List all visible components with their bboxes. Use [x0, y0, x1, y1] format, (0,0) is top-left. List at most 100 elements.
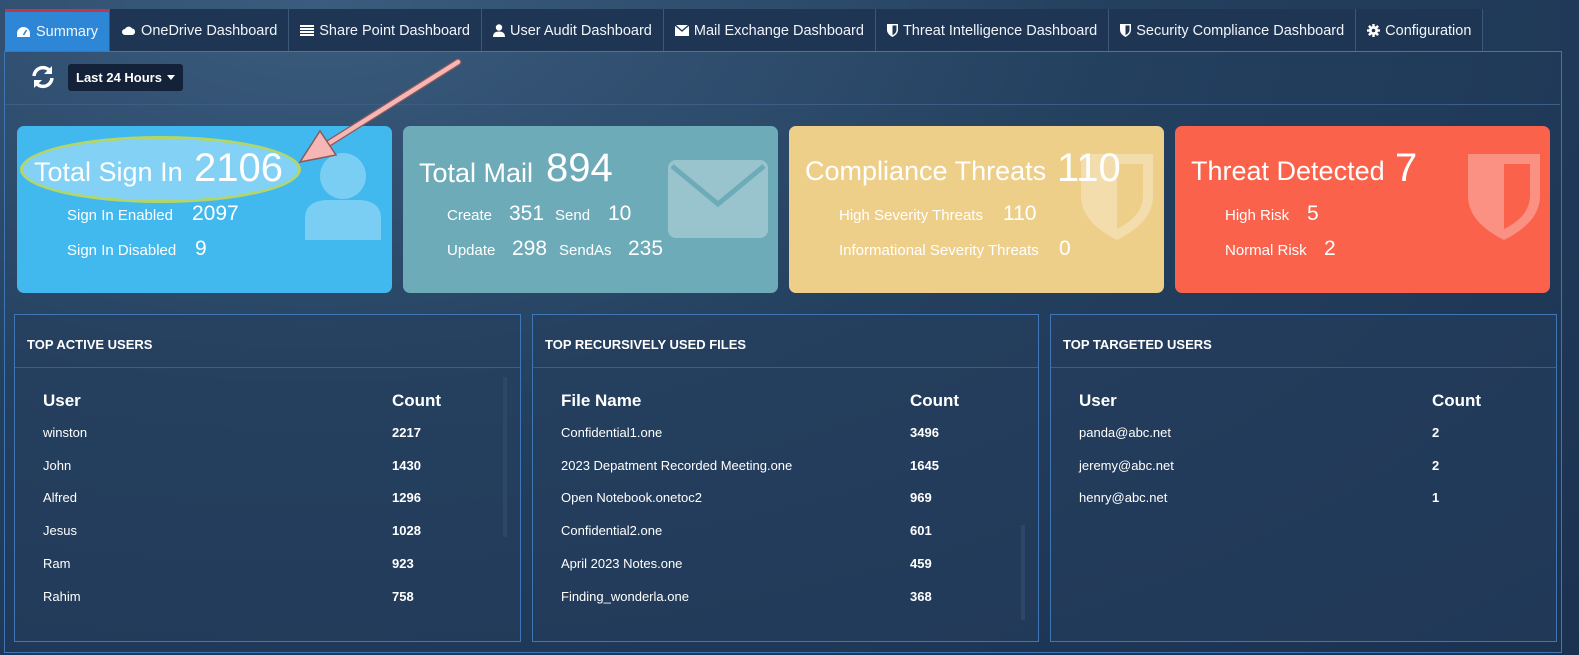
- signin-enabled-label: Sign In Enabled: [67, 207, 173, 224]
- threat-normal-label: Normal Risk: [1225, 242, 1307, 259]
- scrollbar[interactable]: [1021, 525, 1025, 620]
- cloud-icon: [122, 26, 136, 35]
- threat-total-label: Threat Detected: [1191, 156, 1385, 186]
- threat-high-value: 5: [1307, 202, 1319, 225]
- user-cell: Jesus: [43, 523, 77, 538]
- file-name-cell: Open Notebook.onetoc2: [561, 490, 702, 505]
- compliance-high-value: 110: [1003, 202, 1037, 225]
- top-files-panel: TOP RECURSIVELY USED FILES File Name Cou…: [532, 314, 1039, 642]
- mail-total-value: 894: [546, 146, 613, 190]
- signin-total-label: Total Sign In: [34, 157, 183, 187]
- panel-title: TOP ACTIVE USERS: [27, 337, 153, 352]
- count-cell: 923: [392, 556, 414, 571]
- tab-user-audit[interactable]: User Audit Dashboard: [482, 9, 664, 52]
- mail-send-value: 10: [608, 202, 632, 225]
- shield-icon: [1120, 24, 1132, 37]
- user-cell: Ram: [43, 556, 71, 571]
- scrollbar[interactable]: [503, 377, 507, 537]
- compliance-info-label: Informational Severity Threats: [839, 242, 1039, 259]
- signin-enabled-value: 2097: [192, 202, 239, 225]
- refresh-icon: [32, 65, 54, 89]
- count-cell: 368: [910, 589, 932, 604]
- tab-label: User Audit Dashboard: [510, 22, 652, 39]
- threat-normal-value: 2: [1324, 237, 1336, 260]
- user-cell: jeremy@abc.net: [1079, 458, 1174, 473]
- threat-high-label: High Risk: [1225, 207, 1290, 224]
- panel-title: TOP RECURSIVELY USED FILES: [545, 337, 747, 352]
- column-header-user: User: [43, 391, 81, 410]
- tab-security-compliance[interactable]: Security Compliance Dashboard: [1109, 9, 1357, 52]
- tab-label: Summary: [36, 24, 99, 40]
- panel-divider: [1051, 367, 1556, 368]
- dashboard-icon: [17, 26, 30, 37]
- caret-down-icon: [166, 75, 175, 80]
- compliance-total-value: 110: [1057, 146, 1121, 190]
- count-cell: 1: [1432, 490, 1440, 505]
- mail-update-value: 298: [512, 237, 548, 260]
- file-name-cell: 2023 Depatment Recorded Meeting.one: [561, 458, 793, 473]
- threat-card: Threat Detected 7 High Risk 5 Normal Ris…: [1175, 126, 1550, 293]
- toolbar-divider: [5, 104, 1560, 105]
- tab-configuration[interactable]: Configuration: [1356, 9, 1484, 52]
- count-cell: 1296: [392, 490, 421, 505]
- tab-label: Share Point Dashboard: [319, 22, 471, 39]
- envelope-icon: [674, 25, 689, 36]
- column-header-user: User: [1079, 391, 1117, 410]
- count-cell: 459: [910, 556, 932, 571]
- tab-mail-exchange[interactable]: Mail Exchange Dashboard: [663, 9, 876, 52]
- tab-label: Threat Intelligence Dashboard: [902, 22, 1098, 39]
- compliance-total-label: Compliance Threats: [805, 156, 1047, 186]
- dashboard-frame: Summary OneDrive Dashboard Share Point D…: [0, 0, 1579, 655]
- top-active-users-panel: TOP ACTIVE USERS User Count winston 2217 …: [14, 314, 521, 642]
- user-cell: Rahim: [43, 589, 81, 604]
- tab-onedrive[interactable]: OneDrive Dashboard: [110, 9, 290, 52]
- compliance-info-value: 0: [1059, 237, 1071, 260]
- user-icon: [493, 24, 506, 37]
- file-name-cell: April 2023 Notes.one: [561, 556, 683, 571]
- count-cell: 2: [1432, 425, 1440, 440]
- mail-update-label: Update: [447, 242, 496, 259]
- panel-divider: [533, 367, 1038, 368]
- mail-sendas-label: SendAs: [559, 242, 612, 259]
- user-cell: panda@abc.net: [1079, 425, 1171, 440]
- signin-disabled-value: 9: [195, 237, 207, 260]
- arrow-annotation: [298, 58, 462, 164]
- count-cell: 969: [910, 490, 932, 505]
- user-cell: winston: [43, 425, 88, 440]
- tab-sharepoint[interactable]: Share Point Dashboard: [289, 9, 483, 52]
- top-targeted-users-panel: TOP TARGETED USERS User Count panda@abc.…: [1050, 314, 1557, 642]
- threat-total-value: 7: [1395, 146, 1418, 190]
- mail-create-value: 351: [509, 202, 545, 225]
- top-nav: Summary OneDrive Dashboard Share Point D…: [5, 9, 1484, 52]
- list-icon: [300, 25, 315, 36]
- column-header-count: Count: [1432, 391, 1482, 410]
- count-cell: 3496: [910, 425, 939, 440]
- tab-summary[interactable]: Summary: [5, 9, 111, 52]
- envelope-icon: [668, 160, 768, 238]
- shield-icon: [1468, 154, 1540, 240]
- count-cell: 2217: [392, 425, 421, 440]
- mail-send-label: Send: [555, 207, 591, 224]
- count-cell: 758: [392, 589, 414, 604]
- refresh-button[interactable]: [30, 64, 56, 90]
- user-cell: henry@abc.net: [1079, 490, 1168, 505]
- file-name-cell: Confidential1.one: [561, 425, 663, 440]
- panel-title: TOP TARGETED USERS: [1063, 337, 1212, 352]
- time-range-dropdown[interactable]: Last 24 Hours: [68, 64, 183, 91]
- tab-label: OneDrive Dashboard: [141, 22, 278, 39]
- file-name-cell: Confidential2.one: [561, 523, 663, 538]
- panel-divider: [15, 367, 520, 368]
- column-header-file-name: File Name: [561, 391, 642, 410]
- compliance-card: Compliance Threats 110 High Severity Thr…: [789, 126, 1164, 293]
- file-name-cell: Finding_wonderla.one: [561, 589, 689, 604]
- tab-threat-intelligence[interactable]: Threat Intelligence Dashboard: [875, 9, 1110, 52]
- mail-create-label: Create: [447, 207, 493, 224]
- time-range-label: Last 24 Hours: [76, 70, 162, 85]
- count-cell: 1645: [910, 458, 939, 473]
- user-cell: Alfred: [43, 490, 77, 505]
- mail-sendas-value: 235: [628, 237, 664, 260]
- gear-icon: [1367, 24, 1381, 37]
- shield-icon: [886, 24, 898, 37]
- column-header-count: Count: [392, 391, 442, 410]
- count-cell: 1430: [392, 458, 421, 473]
